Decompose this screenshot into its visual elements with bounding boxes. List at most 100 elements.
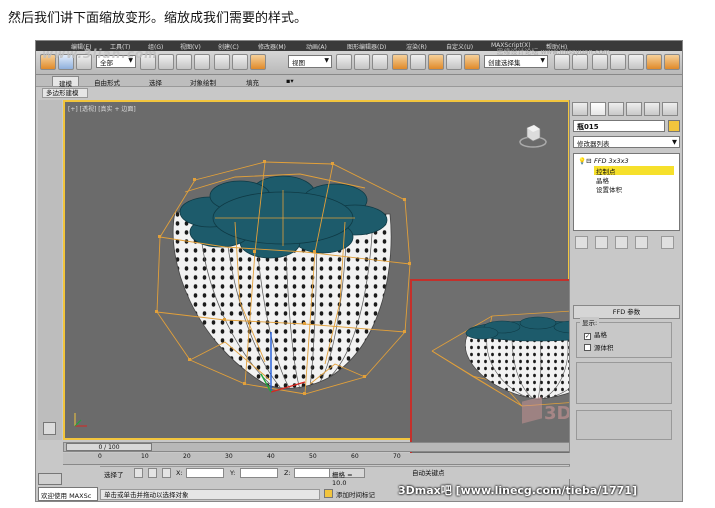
stack-buttons	[573, 236, 680, 250]
forum-footer-watermark: 3Dmax吧 [www.linecg.com/tieba/1771]	[398, 484, 637, 497]
play-icon[interactable]	[43, 422, 56, 435]
rect-select-icon[interactable]	[176, 54, 192, 70]
ribbon-tab-selection[interactable]: 选择	[143, 76, 168, 87]
pin-stack-icon[interactable]	[575, 236, 588, 249]
scale-icon[interactable]	[250, 54, 266, 70]
show-end-result-icon[interactable]	[595, 236, 608, 249]
snap-toggle-icon[interactable]	[392, 54, 408, 70]
grid-spacing-value: 栅格 = 10.0	[329, 468, 365, 487]
time-slider[interactable]: 0 / 100	[63, 442, 570, 452]
pivot-center-icon[interactable]	[336, 54, 352, 70]
window-crossing-icon[interactable]	[194, 54, 210, 70]
menu-create[interactable]: 创建(C)	[218, 42, 239, 51]
ribbon-tab-modeling[interactable]: 建模	[52, 76, 79, 88]
left-toolbar	[38, 100, 62, 440]
ribbon-subtab-poly-modeling[interactable]: 多边形建模	[42, 88, 88, 98]
stack-item-set-volume[interactable]: 设置体积	[596, 184, 622, 194]
x-coord-label: X:	[176, 469, 183, 477]
x-coord-field[interactable]	[186, 468, 224, 478]
ribbon-tabs: 建模 自由形式 选择 对象绘制 填充 ▪▾	[36, 75, 682, 88]
track-tick-label: 30	[225, 453, 233, 460]
object-name-field[interactable]: 瓶015	[573, 120, 665, 132]
track-tick-label: 50	[309, 453, 317, 460]
menu-customize[interactable]: 自定义(U)	[446, 42, 473, 51]
track-bar[interactable]: 0 10 20 30 40 50 60 70	[63, 453, 570, 465]
source-volume-checkbox[interactable]: 源体积	[584, 342, 614, 352]
render-icon[interactable]	[664, 54, 680, 70]
percent-snap-icon[interactable]	[428, 54, 444, 70]
configure-sets-icon[interactable]	[661, 236, 674, 249]
ribbon-tab-populate[interactable]: 填充	[240, 76, 265, 87]
render-setup-icon[interactable]	[646, 54, 662, 70]
add-time-tag[interactable]: 添加时间标记	[324, 489, 375, 499]
menu-animation[interactable]: 动画(A)	[306, 42, 327, 51]
display-tab-icon[interactable]	[644, 102, 660, 116]
site-watermark-right: 思缘设计论坛 www.missyuan.com	[496, 48, 610, 56]
stack-item-lattice[interactable]: 晶格	[596, 175, 609, 185]
edit-named-sets-icon[interactable]	[464, 54, 480, 70]
motion-tab-icon[interactable]	[626, 102, 642, 116]
absolute-mode-icon[interactable]	[162, 468, 171, 478]
ribbon-tab-object-paint[interactable]: 对象绘制	[184, 76, 222, 87]
utilities-tab-icon[interactable]	[662, 102, 678, 116]
menu-rendering[interactable]: 渲染(R)	[406, 42, 427, 51]
angle-snap-icon[interactable]	[410, 54, 426, 70]
create-tab-icon[interactable]	[572, 102, 588, 116]
page-caption: 然后我们讲下面缩放变形。缩放成我们需要的样式。	[8, 11, 308, 26]
remove-modifier-icon[interactable]	[635, 236, 648, 249]
manipulate-icon[interactable]	[354, 54, 370, 70]
move-icon[interactable]	[214, 54, 230, 70]
object-color-swatch[interactable]	[668, 120, 680, 132]
stack-item-control-points[interactable]: 控制点	[594, 166, 674, 176]
spinner-snap-icon[interactable]	[446, 54, 462, 70]
axis-tripod-icon	[74, 413, 87, 427]
isolate-icon[interactable]	[148, 468, 157, 478]
add-time-tag-label: 添加时间标记	[336, 491, 375, 499]
modifier-list-label: 修改器列表	[577, 140, 610, 148]
time-slider-thumb[interactable]: 0 / 100	[66, 443, 152, 451]
stack-item-ffd[interactable]: FFD 3x3x3	[594, 157, 629, 166]
maxscript-listener-button[interactable]	[38, 473, 62, 485]
control-points-group	[576, 410, 672, 440]
source-volume-checkbox-label: 源体积	[594, 344, 614, 352]
lattice-checkbox[interactable]: ✓ 晶格	[584, 329, 607, 340]
display-group-label: 显示:	[580, 317, 600, 327]
curve-editor-icon[interactable]	[610, 54, 626, 70]
prompt-line: 单击或单击并拖动以选择对象	[100, 489, 320, 500]
menu-modifiers[interactable]: 修改器(M)	[258, 42, 286, 51]
modifier-list-dropdown[interactable]: 修改器列表 ▼	[573, 136, 680, 148]
track-tick-label: 0	[98, 453, 102, 460]
reference-coord-dropdown[interactable]: 视图 ▼	[288, 55, 332, 68]
menu-graph-editors[interactable]: 图形编辑器(D)	[347, 42, 386, 51]
lattice-checkbox-label: 晶格	[594, 331, 607, 339]
ribbon-options-icon[interactable]: ▪▾	[280, 76, 300, 86]
select-by-name-icon[interactable]	[158, 54, 174, 70]
z-coord-label: Z:	[284, 469, 291, 477]
menu-views[interactable]: 视图(V)	[180, 42, 201, 51]
lock-selection-icon[interactable]	[134, 468, 143, 478]
checkmark-icon: ✓	[584, 333, 591, 340]
ribbon-tab-freeform[interactable]: 自由形式	[88, 76, 126, 87]
modify-tab-icon[interactable]	[590, 102, 606, 116]
hierarchy-tab-icon[interactable]	[608, 102, 624, 116]
y-coord-field[interactable]	[240, 468, 278, 478]
lightbulb-icon[interactable]: 💡⊟	[578, 157, 592, 166]
viewcube-icon[interactable]	[518, 120, 548, 150]
chevron-down-icon: ▼	[324, 57, 329, 64]
auto-key-label[interactable]: 自动关键点	[412, 467, 445, 477]
make-unique-icon[interactable]	[615, 236, 628, 249]
material-editor-icon[interactable]	[628, 54, 644, 70]
track-tick-label: 70	[393, 453, 401, 460]
maxscript-mini-listener[interactable]: 欢迎使用 MAXSc	[38, 487, 98, 501]
display-group	[576, 322, 672, 358]
track-tick-label: 20	[183, 453, 191, 460]
keyboard-shortcut-icon[interactable]	[372, 54, 388, 70]
track-tick-label: 40	[267, 453, 275, 460]
time-tag-icon	[324, 489, 333, 498]
track-tick-label: 60	[351, 453, 359, 460]
z-coord-field[interactable]	[294, 468, 332, 478]
3dsmax-window: 编辑(E) 工具(T) 组(G) 视图(V) 创建(C) 修改器(M) 动画(A…	[35, 40, 683, 502]
rotate-icon[interactable]	[232, 54, 248, 70]
named-selection-value: 创建选择集	[488, 59, 521, 67]
modifier-stack: 💡⊟ FFD 3x3x3 控制点 晶格 设置体积	[573, 153, 680, 231]
